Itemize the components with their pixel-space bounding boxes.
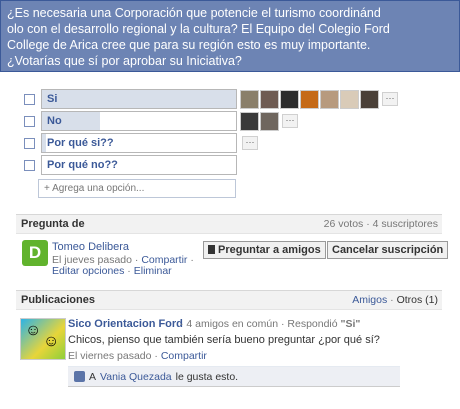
ask-section-header: Pregunta de 26 votos · 4 suscriptores [16, 214, 442, 234]
avatar[interactable] [340, 89, 359, 109]
asker-logo[interactable]: D [22, 240, 48, 266]
vote-stats: 26 votos · 4 suscriptores [323, 218, 438, 230]
post-share-link[interactable]: Compartir [161, 350, 207, 362]
add-option-input[interactable]: + Agrega una opción... [38, 179, 236, 198]
ask-friends-button[interactable]: Preguntar a amigos [203, 241, 326, 259]
post-text: Chicos, pienso que también sería bueno p… [68, 334, 380, 346]
checkbox-icon[interactable] [24, 93, 35, 105]
option-bar[interactable]: Por qué si?? [41, 133, 237, 153]
option-label: Por qué no?? [47, 159, 118, 171]
question-line-2: olo con el desarrollo regional y la cult… [7, 22, 390, 36]
avatar[interactable] [280, 89, 299, 109]
avatar[interactable] [360, 89, 379, 109]
option-bar[interactable]: No [41, 111, 237, 131]
thumbs-up-icon [74, 371, 85, 382]
remove-link[interactable]: Eliminar [134, 265, 172, 277]
ask-friends-label: Preguntar a amigos [218, 244, 321, 256]
edit-options-link[interactable]: Editar opciones [52, 265, 124, 277]
question-icon [208, 245, 215, 254]
option-row-no[interactable]: No [24, 111, 237, 131]
post-meta: · 4 amigos en común · Respondió "Si" [180, 318, 361, 330]
voters-no: ··· [240, 111, 298, 131]
avatar[interactable] [320, 89, 339, 109]
voters-si: ··· [240, 89, 398, 109]
divider [68, 386, 400, 387]
voters-por-que-si: ··· [240, 133, 258, 153]
post-footer: El viernes pasado · Compartir [68, 350, 207, 362]
post-answered-prefix: Respondió [287, 318, 338, 330]
asker-actions: Editar opciones · Eliminar [52, 265, 172, 277]
post-mutual-friends[interactable]: 4 amigos en común [186, 318, 278, 330]
post-author-avatar[interactable]: ☺ ☺ [20, 318, 66, 360]
option-bar[interactable]: Por qué no?? [41, 155, 237, 175]
checkbox-icon[interactable] [24, 137, 35, 149]
option-label: No [47, 115, 62, 127]
avatar[interactable] [300, 89, 319, 109]
question-line-4: ¿Votarías que sí por aprobar su Iniciati… [7, 54, 242, 68]
question-line-1: ¿Es necesaria una Corporación que potenc… [7, 6, 381, 20]
checkbox-icon[interactable] [24, 115, 35, 127]
option-fill [42, 134, 46, 152]
avatar[interactable] [240, 111, 259, 131]
like-box: A Vania Quezada le gusta esto. [68, 366, 400, 386]
publications-filter: Amigos · Otros (1) [352, 294, 438, 306]
publications-header: Publicaciones Amigos · Otros (1) [16, 290, 442, 310]
more-dots-icon[interactable]: ··· [282, 114, 298, 128]
unsubscribe-button[interactable]: Cancelar suscripción [327, 241, 449, 259]
avatar[interactable] [240, 89, 259, 109]
option-bar[interactable]: Si [41, 89, 237, 109]
question-header: ¿Es necesaria una Corporación que potenc… [0, 0, 460, 72]
post-answer: "Si" [340, 318, 361, 330]
option-row-por-que-no[interactable]: Por qué no?? [24, 155, 237, 175]
more-dots-icon[interactable]: ··· [382, 92, 398, 106]
option-row-por-que-si[interactable]: Por qué si?? [24, 133, 237, 153]
option-fill [42, 90, 236, 108]
like-prefix: A [89, 370, 97, 383]
avatar[interactable] [260, 111, 279, 131]
like-name-link[interactable]: Vania Quezada [100, 371, 172, 383]
smiley-icon: ☺ [25, 322, 42, 339]
filter-friends-link[interactable]: Amigos [352, 294, 387, 306]
option-label: Si [47, 93, 58, 105]
smiley-icon: ☺ [43, 333, 60, 350]
avatar[interactable] [260, 89, 279, 109]
like-suffix: le gusta esto. [175, 370, 239, 383]
ask-section-title: Pregunta de [21, 218, 85, 230]
asker-name-link[interactable]: Tomeo Delibera [52, 241, 129, 253]
option-label: Por qué si?? [47, 137, 114, 149]
checkbox-icon[interactable] [24, 159, 35, 171]
option-row-si[interactable]: Si [24, 89, 237, 109]
publications-title: Publicaciones [21, 294, 95, 306]
post-author-link[interactable]: Sico Orientacion Ford [68, 318, 183, 330]
more-dots-icon[interactable]: ··· [242, 136, 258, 150]
post-date[interactable]: El viernes pasado [68, 350, 151, 362]
question-line-3: College de Arica cree que para su región… [7, 38, 371, 52]
filter-others[interactable]: Otros (1) [397, 294, 438, 306]
